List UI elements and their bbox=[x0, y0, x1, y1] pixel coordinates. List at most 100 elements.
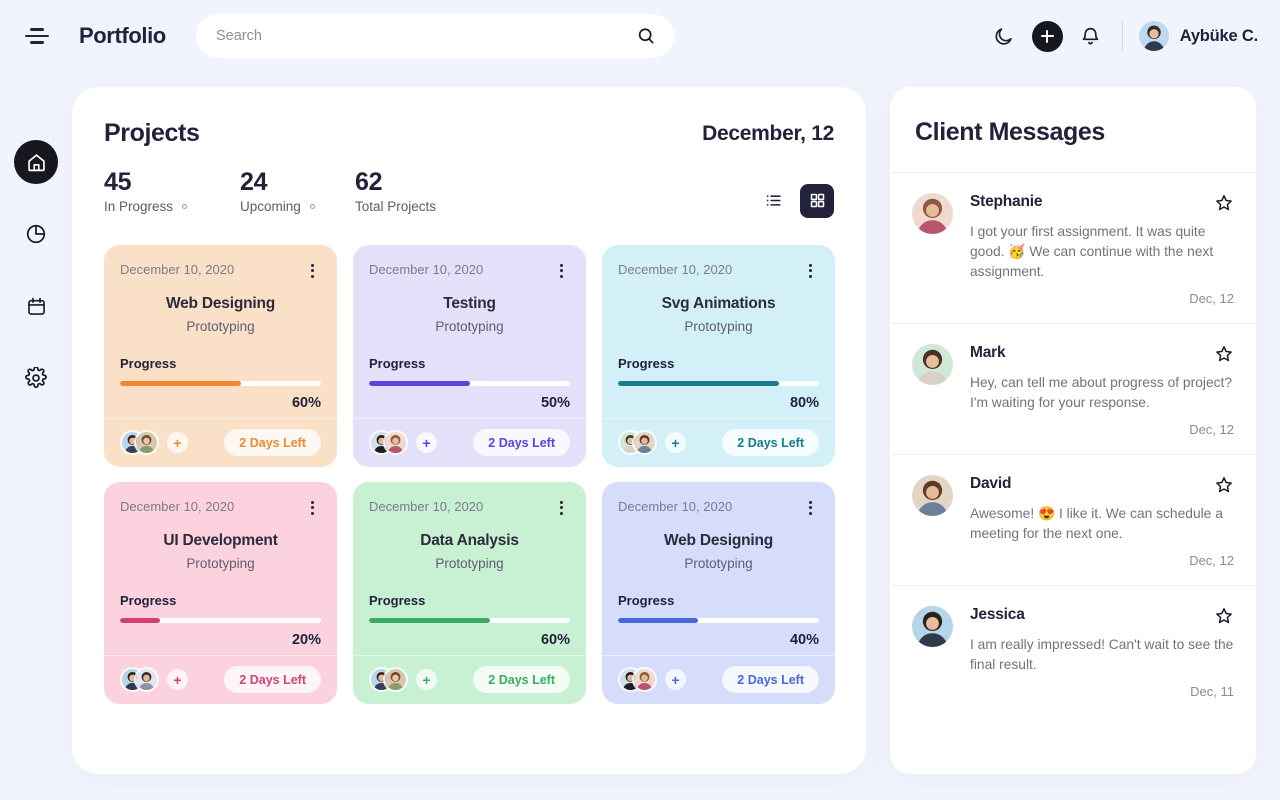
grid-view-button[interactable] bbox=[800, 184, 834, 218]
project-card-footer: +2 Days Left bbox=[353, 655, 586, 704]
project-name: Web Designing bbox=[120, 295, 321, 313]
progress-percent: 40% bbox=[618, 632, 819, 648]
project-stage: Prototyping bbox=[369, 556, 570, 571]
message-sender-name: Stephanie bbox=[970, 193, 1042, 211]
project-card-menu-icon[interactable] bbox=[801, 499, 819, 517]
days-left-badge: 2 Days Left bbox=[473, 666, 570, 693]
star-outline-icon[interactable] bbox=[1214, 344, 1234, 364]
sidebar-item-home[interactable] bbox=[14, 140, 58, 184]
project-card[interactable]: December 10, 2020Data AnalysisPrototypin… bbox=[353, 482, 586, 704]
user-menu[interactable]: Aybüke C. bbox=[1139, 21, 1258, 51]
progress-bar bbox=[369, 618, 570, 623]
hamburger-menu-icon[interactable] bbox=[24, 23, 50, 49]
progress-bar bbox=[618, 618, 819, 623]
project-card[interactable]: December 10, 2020Svg AnimationsPrototypi… bbox=[602, 245, 835, 467]
message-text: Hey, can tell me about progress of proje… bbox=[970, 373, 1234, 413]
project-card-menu-icon[interactable] bbox=[552, 499, 570, 517]
project-card[interactable]: December 10, 2020Web DesigningPrototypin… bbox=[602, 482, 835, 704]
project-card-top: December 10, 2020 bbox=[618, 262, 819, 280]
add-member-button[interactable]: + bbox=[665, 669, 686, 690]
sidebar-item-analytics[interactable] bbox=[14, 212, 58, 256]
messages-list: StephanieI got your first assignment. It… bbox=[890, 172, 1256, 716]
project-card-body: December 10, 2020Data AnalysisPrototypin… bbox=[353, 482, 586, 655]
project-card-footer: +2 Days Left bbox=[104, 418, 337, 467]
project-card-footer: +2 Days Left bbox=[602, 418, 835, 467]
message-content: MarkHey, can tell me about progress of p… bbox=[970, 344, 1234, 437]
project-members: + bbox=[369, 430, 437, 455]
message-item[interactable]: DavidAwesome! 😍 I like it. We can schedu… bbox=[890, 454, 1256, 585]
progress-bar-fill bbox=[369, 381, 470, 386]
message-content: JessicaI am really impressed! Can't wait… bbox=[970, 606, 1234, 699]
avatar bbox=[632, 430, 657, 455]
message-date: Dec, 11 bbox=[970, 684, 1234, 699]
add-member-button[interactable]: + bbox=[416, 669, 437, 690]
message-sender-name: Jessica bbox=[970, 606, 1025, 624]
page-title: Projects bbox=[104, 119, 199, 148]
project-card[interactable]: December 10, 2020TestingPrototypingProgr… bbox=[353, 245, 586, 467]
avatar bbox=[134, 667, 159, 692]
project-date: December 10, 2020 bbox=[618, 262, 732, 277]
message-date: Dec, 12 bbox=[970, 422, 1234, 437]
avatar bbox=[912, 606, 953, 647]
sidebar-nav bbox=[14, 140, 58, 400]
list-view-button[interactable] bbox=[756, 184, 790, 218]
stat-label: In Progress bbox=[104, 199, 240, 214]
project-card[interactable]: December 10, 2020UI DevelopmentPrototypi… bbox=[104, 482, 337, 704]
progress-label: Progress bbox=[120, 593, 321, 608]
home-icon bbox=[29, 155, 44, 170]
progress-bar-fill bbox=[120, 381, 241, 386]
avatar bbox=[632, 667, 657, 692]
message-content: DavidAwesome! 😍 I like it. We can schedu… bbox=[970, 475, 1234, 568]
add-member-button[interactable]: + bbox=[665, 432, 686, 453]
sidebar-item-calendar[interactable] bbox=[14, 284, 58, 328]
message-item[interactable]: MarkHey, can tell me about progress of p… bbox=[890, 323, 1256, 454]
search-icon[interactable] bbox=[636, 26, 656, 46]
project-card-footer: +2 Days Left bbox=[353, 418, 586, 467]
project-card[interactable]: December 10, 2020Web DesigningPrototypin… bbox=[104, 245, 337, 467]
project-card-footer: +2 Days Left bbox=[104, 655, 337, 704]
project-card-top: December 10, 2020 bbox=[120, 262, 321, 280]
add-new-button[interactable] bbox=[1032, 21, 1063, 52]
dark-mode-toggle[interactable] bbox=[989, 21, 1019, 51]
stat-total-projects: 62 Total Projects bbox=[355, 168, 436, 214]
notifications-button[interactable] bbox=[1076, 21, 1106, 51]
stat-value: 62 bbox=[355, 168, 436, 197]
progress-label: Progress bbox=[369, 356, 570, 371]
star-outline-icon[interactable] bbox=[1214, 475, 1234, 495]
message-item[interactable]: JessicaI am really impressed! Can't wait… bbox=[890, 585, 1256, 716]
message-date: Dec, 12 bbox=[970, 291, 1234, 306]
search-input[interactable] bbox=[216, 28, 636, 44]
progress-bar bbox=[618, 381, 819, 386]
view-toggle bbox=[756, 184, 834, 218]
sidebar-item-settings[interactable] bbox=[14, 356, 58, 400]
message-item[interactable]: StephanieI got your first assignment. It… bbox=[890, 172, 1256, 323]
message-content: StephanieI got your first assignment. It… bbox=[970, 193, 1234, 306]
project-card-menu-icon[interactable] bbox=[303, 262, 321, 280]
progress-bar-fill bbox=[618, 381, 779, 386]
grid-view-icon bbox=[809, 192, 826, 209]
search-bar[interactable] bbox=[196, 14, 674, 58]
message-header: Stephanie bbox=[970, 193, 1234, 213]
add-member-button[interactable]: + bbox=[167, 669, 188, 690]
project-card-menu-icon[interactable] bbox=[801, 262, 819, 280]
add-member-button[interactable]: + bbox=[167, 432, 188, 453]
project-name: Data Analysis bbox=[369, 532, 570, 550]
stat-label: Upcoming bbox=[240, 199, 355, 214]
projects-panel: Projects December, 12 45 In Progress 24 … bbox=[72, 87, 866, 774]
gear-icon bbox=[33, 375, 39, 381]
list-view-icon bbox=[764, 191, 783, 210]
progress-bar-fill bbox=[120, 618, 160, 623]
project-name: Web Designing bbox=[618, 532, 819, 550]
project-date: December 10, 2020 bbox=[120, 499, 234, 514]
star-outline-icon[interactable] bbox=[1214, 606, 1234, 626]
progress-percent: 50% bbox=[369, 395, 570, 411]
message-text: Awesome! 😍 I like it. We can schedule a … bbox=[970, 504, 1234, 544]
days-left-badge: 2 Days Left bbox=[224, 429, 321, 456]
app-brand-title: Portfolio bbox=[79, 23, 166, 49]
star-outline-icon[interactable] bbox=[1214, 193, 1234, 213]
project-card-menu-icon[interactable] bbox=[303, 499, 321, 517]
project-card-menu-icon[interactable] bbox=[552, 262, 570, 280]
app-header: Portfolio bbox=[0, 0, 1280, 72]
add-member-button[interactable]: + bbox=[416, 432, 437, 453]
project-members: + bbox=[120, 667, 188, 692]
